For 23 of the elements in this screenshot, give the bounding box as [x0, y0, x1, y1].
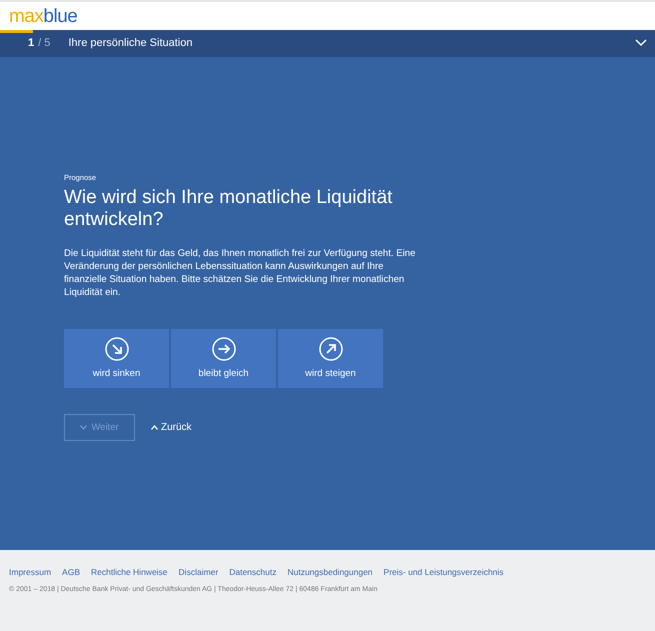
option-button[interactable]: wird sinken: [64, 329, 169, 388]
footer-link[interactable]: Datenschutz: [229, 566, 276, 579]
arrow-down-right-icon: [104, 336, 128, 361]
back-link[interactable]: Zurück: [151, 420, 192, 436]
arrow-up-right-icon: [318, 336, 342, 361]
step-total: / 5: [38, 36, 50, 52]
arrow-right-icon: [212, 336, 236, 361]
option-button[interactable]: bleibt gleich: [171, 329, 276, 388]
chevron-up-icon: [151, 425, 158, 430]
footer-link[interactable]: Disclaimer: [178, 566, 218, 579]
step-title: Ihre persönliche Situation: [68, 36, 192, 52]
logo[interactable]: maxblue: [9, 6, 78, 26]
chevron-down-icon: [80, 425, 88, 430]
footer-link[interactable]: AGB: [62, 566, 80, 579]
question-title: Wie wird sich Ihre monatliche Liquidität entwickeln?: [64, 187, 394, 232]
step-number: 1: [28, 36, 34, 52]
option-button[interactable]: wird steigen: [278, 329, 383, 388]
chevron-icon[interactable]: [635, 39, 647, 47]
footer-link[interactable]: Rechtliche Hinweise: [91, 566, 168, 579]
footer-link[interactable]: Nutzungsbedingungen: [287, 566, 373, 579]
footer-link[interactable]: Preis- und Leistungsverzeichnis: [384, 566, 504, 579]
footer-link[interactable]: Impressum: [9, 566, 52, 579]
question-text: Die Liquidität steht für das Geld, das Ihnen monatlich frei zur Verfügung steht. Eine Veränderung der persönlichen Lebenssituation kann Auswirkungen auf Ihre finanzielle Situation haben. Bitte schätzen Sie die Entwicklung Ihrer monatlichen Liquidität ein.: [64, 247, 416, 300]
